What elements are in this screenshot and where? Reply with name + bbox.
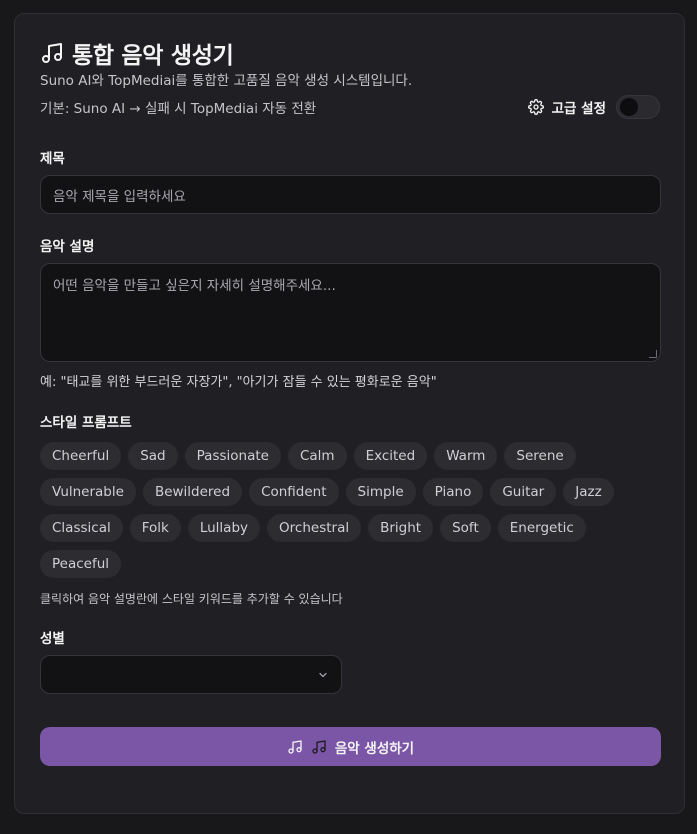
- title-input[interactable]: 음악 제목을 입력하세요: [40, 175, 661, 214]
- header: 통합 음악 생성기: [40, 36, 234, 70]
- style-chip[interactable]: Sad: [128, 442, 178, 470]
- style-chip[interactable]: Soft: [440, 514, 491, 542]
- description-example: 예: "태교를 위한 부드러운 자장가", "아기가 잠들 수 있는 평화로운 …: [40, 375, 437, 390]
- title-input-placeholder: 음악 제목을 입력하세요: [53, 188, 186, 205]
- style-chip[interactable]: Lullaby: [187, 514, 261, 542]
- advanced-settings-label: 고급 설정: [551, 101, 606, 117]
- music-note-icon: [288, 739, 302, 754]
- generate-button-label: 음악 생성하기: [334, 740, 415, 757]
- style-chip[interactable]: Warm: [434, 442, 498, 470]
- toggle-knob: [620, 98, 638, 116]
- page-subtitle: Suno AI와 TopMediai를 통합한 고품질 음악 생성 시스템입니다…: [40, 73, 413, 89]
- advanced-settings-toggle[interactable]: [616, 95, 660, 119]
- style-chip[interactable]: Cheerful: [40, 442, 122, 470]
- advanced-settings: 고급 설정: [527, 95, 660, 119]
- gender-select[interactable]: [40, 655, 342, 694]
- generate-music-button[interactable]: 음악 생성하기: [40, 727, 661, 766]
- description-placeholder: 어떤 음악을 만들고 싶은지 자세히 설명해주세요...: [53, 278, 336, 294]
- gear-icon: [527, 99, 544, 115]
- style-hint: 클릭하여 음악 설명란에 스타일 키워드를 추가할 수 있습니다: [40, 592, 343, 606]
- style-chip[interactable]: Passionate: [184, 442, 281, 470]
- style-chip[interactable]: Folk: [129, 514, 181, 542]
- style-chip[interactable]: Vulnerable: [40, 478, 136, 506]
- style-chip[interactable]: Bewildered: [142, 478, 243, 506]
- description-textarea[interactable]: 어떤 음악을 만들고 싶은지 자세히 설명해주세요...: [40, 263, 661, 362]
- description-label: 음악 설명: [40, 239, 95, 255]
- style-chip[interactable]: Energetic: [497, 514, 586, 542]
- music-generator-card: 통합 음악 생성기 Suno AI와 TopMediai를 통합한 고품질 음악…: [14, 13, 685, 814]
- style-prompt-label: 스타일 프롬프트: [40, 415, 132, 431]
- gender-label: 성별: [40, 631, 65, 647]
- chevron-down-icon: [319, 672, 327, 678]
- style-chip[interactable]: Guitar: [490, 478, 557, 506]
- fallback-note: 기본: Suno AI → 실패 시 TopMediai 자동 전환: [40, 101, 317, 117]
- style-chip[interactable]: Classical: [40, 514, 123, 542]
- style-chip[interactable]: Bright: [368, 514, 434, 542]
- resize-handle-icon[interactable]: [649, 350, 657, 358]
- title-label: 제목: [40, 151, 65, 167]
- style-chip[interactable]: Orchestral: [267, 514, 362, 542]
- style-chip[interactable]: Serene: [504, 442, 576, 470]
- style-chip[interactable]: Confident: [249, 478, 339, 506]
- music-note-icon: [312, 739, 326, 754]
- style-chip[interactable]: Simple: [345, 478, 416, 506]
- style-chip-list: Cheerful Sad Passionate Calm Excited War…: [40, 442, 670, 578]
- page-title: 통합 음악 생성기: [72, 43, 234, 69]
- music-note-icon: [42, 43, 62, 63]
- style-chip[interactable]: Excited: [353, 442, 428, 470]
- style-chip[interactable]: Jazz: [563, 478, 614, 506]
- style-chip[interactable]: Calm: [287, 442, 347, 470]
- style-chip[interactable]: Piano: [422, 478, 484, 506]
- style-chip[interactable]: Peaceful: [40, 550, 122, 578]
